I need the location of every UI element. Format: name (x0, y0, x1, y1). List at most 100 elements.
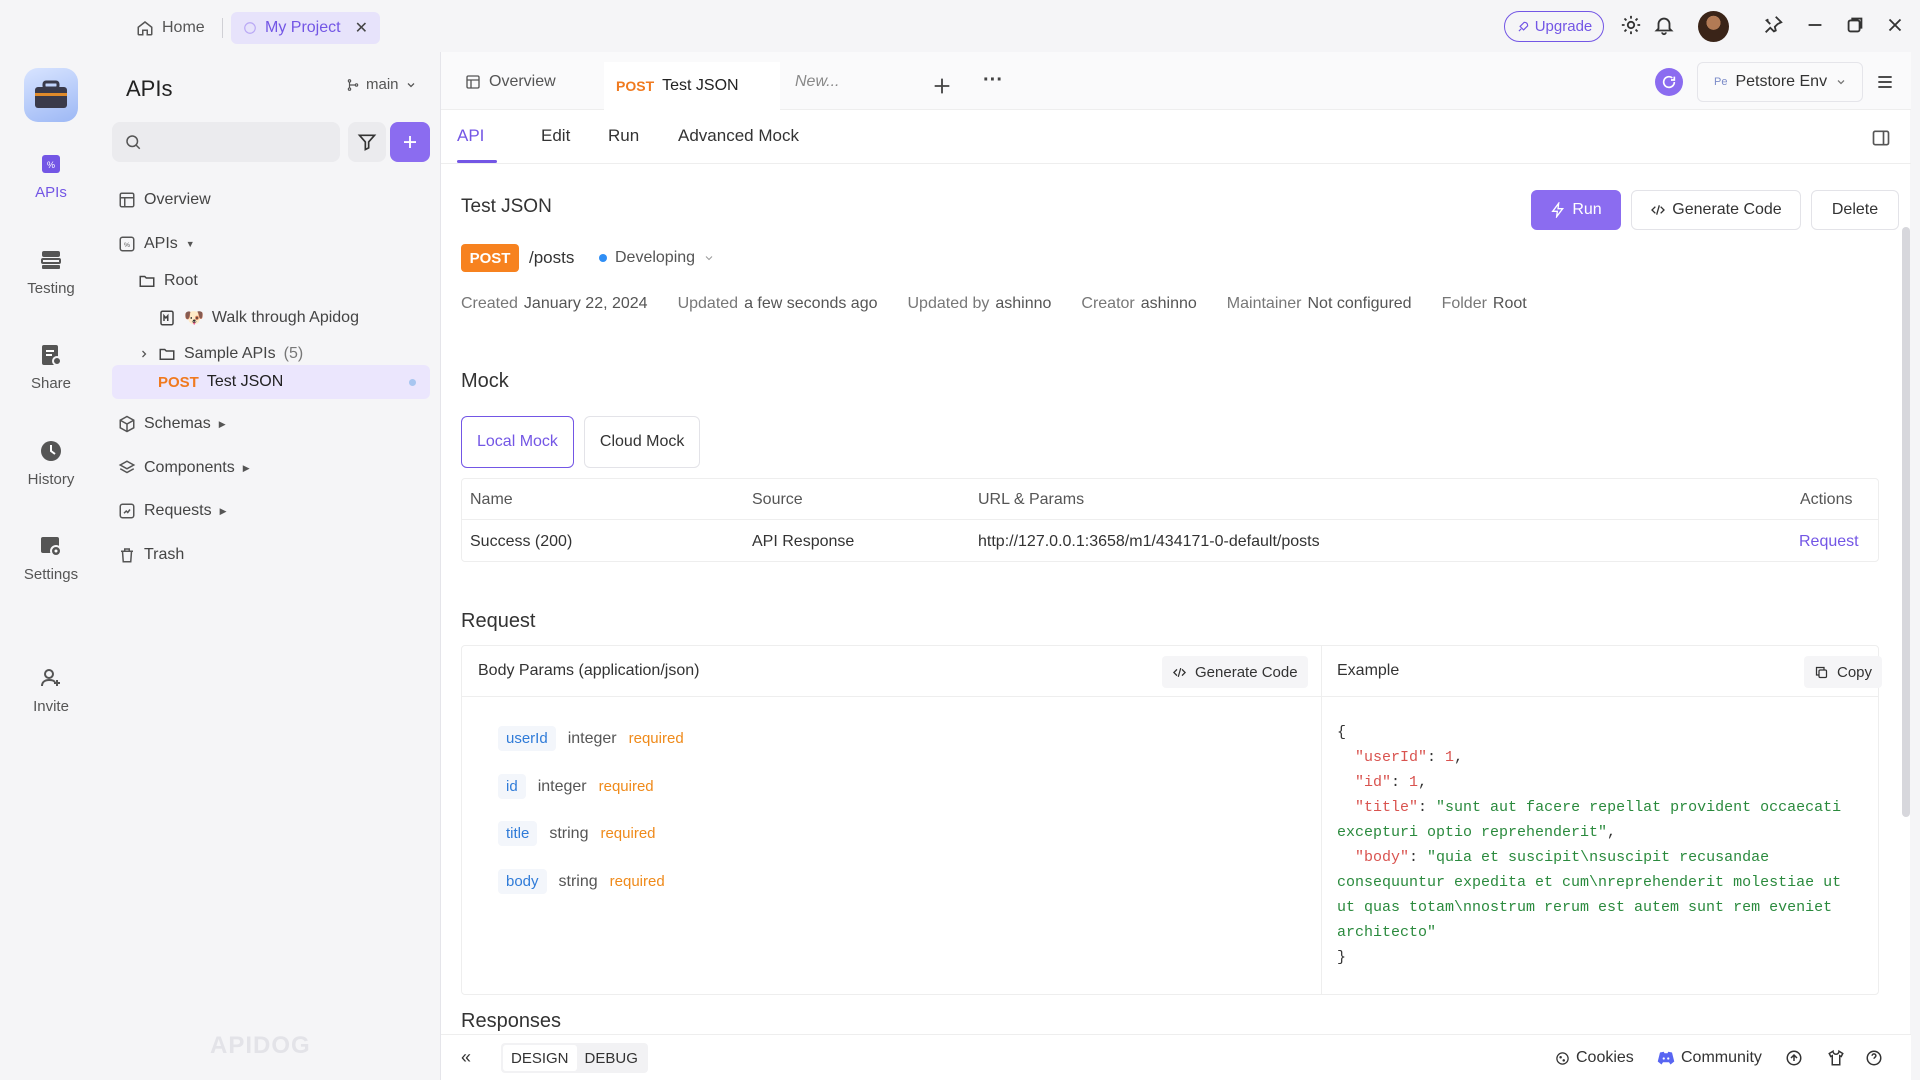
tab-run[interactable]: Run (608, 126, 639, 146)
doc-tab-new[interactable]: New... (795, 66, 839, 98)
copy-label: Copy (1837, 663, 1873, 681)
tab-api[interactable]: API (457, 126, 484, 146)
tree-label-trash: Trash (144, 546, 185, 563)
branch-selector[interactable]: main (346, 76, 417, 93)
divider (222, 18, 223, 38)
mode-debug[interactable]: DEBUG (577, 1045, 646, 1071)
add-tab-icon[interactable] (931, 70, 953, 102)
tab-edit[interactable]: Edit (541, 126, 570, 146)
bell-icon[interactable] (1653, 14, 1675, 36)
menu-icon[interactable] (1875, 72, 1895, 92)
chevron-down-icon (703, 252, 715, 264)
mock-url[interactable]: http://127.0.0.1:3658/m1/434171-0-defaul… (978, 533, 1320, 551)
overview-icon (118, 191, 136, 209)
tree-item-overview[interactable]: Overview (118, 185, 211, 215)
filter-button[interactable] (348, 122, 386, 162)
search-input[interactable] (112, 122, 340, 162)
mock-request-link[interactable]: Request (1799, 533, 1859, 551)
generate-code-button[interactable]: Generate Code (1162, 656, 1308, 688)
code-icon (1172, 665, 1187, 680)
add-button[interactable] (390, 122, 430, 162)
scrollbar[interactable] (1902, 227, 1910, 817)
rail-item-apis[interactable]: % APIs (0, 152, 102, 201)
apidog-watermark: APIDOG (210, 1032, 311, 1059)
document-tabs: Overview POST Test JSON New... ··· Pe Pe… (441, 52, 1911, 110)
gear-icon[interactable] (1620, 14, 1642, 36)
tree-item-schemas[interactable]: Schemas ▶ (118, 409, 226, 439)
rail-item-settings[interactable]: Settings (0, 534, 102, 583)
tab-cloud-mock[interactable]: Cloud Mock (583, 416, 701, 468)
tab-home-label: Home (162, 19, 205, 36)
nav-rail: % APIs Testing Share History Settings In… (0, 52, 102, 1080)
close-window-icon[interactable] (1884, 14, 1906, 36)
rail-label-history: History (27, 471, 75, 488)
more-tabs-icon[interactable]: ··· (983, 64, 1003, 96)
rail-item-history[interactable]: History (0, 439, 102, 488)
community-button[interactable]: Community (1657, 1049, 1762, 1067)
meta-updated: Updated a few seconds ago (677, 295, 878, 312)
tree-item-trash[interactable]: Trash (118, 540, 184, 570)
column-header-name: Name (470, 491, 513, 508)
upgrade-label: Upgrade (1534, 18, 1593, 35)
tree-item-requests[interactable]: Requests ▶ (118, 496, 227, 526)
minimize-icon[interactable] (1804, 14, 1826, 36)
svg-text:%: % (47, 160, 55, 170)
tab-home[interactable]: Home (124, 12, 217, 44)
generate-code-label: Generate Code (1195, 663, 1298, 681)
shirt-icon[interactable] (1827, 1049, 1845, 1067)
upgrade-button[interactable]: Upgrade (1504, 11, 1604, 42)
filter-icon (357, 132, 377, 152)
pin-icon[interactable] (1762, 14, 1784, 36)
restore-icon[interactable] (1844, 14, 1866, 36)
rail-item-invite[interactable]: Invite (0, 666, 102, 715)
param-required: required (628, 730, 684, 747)
mode-design[interactable]: DESIGN (503, 1045, 577, 1071)
tab-local-mock[interactable]: Local Mock (461, 416, 574, 468)
tree-label-root: Root (164, 272, 198, 289)
side-panel-icon[interactable] (1871, 128, 1891, 148)
environment-selector[interactable]: Pe Petstore Env (1697, 62, 1863, 102)
tree-item-test-json[interactable]: POST Test JSON (112, 365, 430, 399)
body-params-title: Body Params (application/json) (478, 662, 700, 679)
tree-item-apis[interactable]: % APIs ▼ (118, 229, 195, 259)
help-icon[interactable] (1865, 1049, 1883, 1067)
avatar[interactable] (1698, 11, 1729, 42)
doc-tab-overview-label: Overview (489, 73, 556, 90)
sync-icon[interactable] (1655, 68, 1683, 96)
tree-label-walk-through: Walk through Apidog (211, 309, 359, 326)
tree-label-components: Components (144, 459, 235, 476)
delete-button[interactable]: Delete (1811, 190, 1899, 230)
collapse-icon[interactable]: « (461, 1047, 471, 1068)
tree-label-sample-apis: Sample APIs (184, 345, 276, 362)
tree-item-components[interactable]: Components ▶ (118, 453, 250, 483)
tree-item-walk-through[interactable]: 🐶 Walk through Apidog (158, 303, 359, 333)
api-sidebar: APIs main Overview % APIs ▼ Root 🐶 Walk … (102, 52, 440, 1080)
request-section-title: Request (461, 610, 536, 632)
upload-icon[interactable] (1785, 1049, 1803, 1067)
rail-item-share[interactable]: Share (0, 343, 102, 392)
community-label: Community (1681, 1049, 1762, 1066)
tree-item-root[interactable]: Root (138, 266, 198, 296)
rail-item-testing[interactable]: Testing (0, 248, 102, 297)
status-selector[interactable]: Developing (599, 249, 715, 267)
param-type: integer (537, 777, 587, 795)
tab-advanced-mock[interactable]: Advanced Mock (678, 126, 799, 146)
copy-button[interactable]: Copy (1804, 656, 1883, 688)
doc-tab-test-json[interactable]: POST Test JSON (604, 62, 780, 110)
cookies-button[interactable]: Cookies (1555, 1049, 1634, 1067)
api-title: Test JSON (461, 196, 552, 217)
mock-source: API Response (752, 533, 855, 550)
close-icon[interactable]: ✕ (355, 18, 368, 38)
apis-icon: % (39, 152, 63, 176)
apis-folder-icon: % (118, 235, 136, 253)
generate-code-button[interactable]: Generate Code (1631, 190, 1801, 230)
run-button[interactable]: Run (1531, 190, 1621, 230)
discord-icon (1657, 1051, 1675, 1066)
tab-my-project[interactable]: My Project ✕ (231, 12, 380, 44)
project-logo[interactable] (24, 68, 78, 122)
meta-creator: Creator ashinno (1081, 295, 1197, 312)
sidebar-title: APIs (126, 76, 173, 101)
cookies-label: Cookies (1576, 1049, 1634, 1066)
mock-name: Success (200) (470, 533, 573, 550)
doc-tab-overview[interactable]: Overview (465, 66, 556, 98)
